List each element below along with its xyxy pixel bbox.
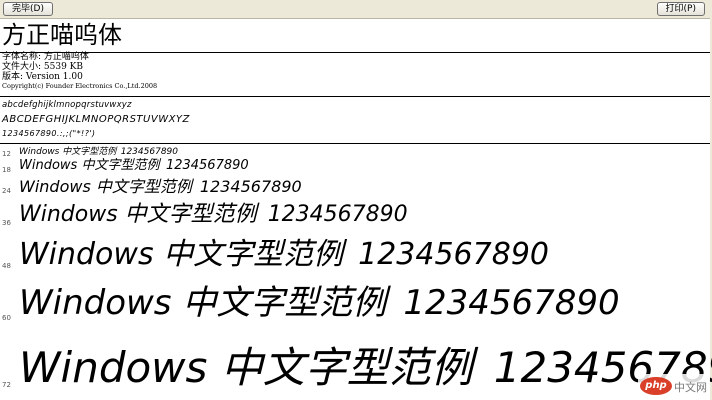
- sample-text: Windows 中文字型范例: [19, 343, 473, 392]
- sample-text: Windows 中文字型范例: [19, 177, 192, 196]
- watermark-site-text: 中文网: [674, 381, 707, 394]
- sample-text: Windows 中文字型范例: [19, 202, 257, 227]
- size-label-18: 18: [2, 166, 11, 174]
- size-label-12: 12: [2, 150, 11, 158]
- sample-numbers: 1234567890: [358, 237, 549, 272]
- sample-numbers: 1234567890: [165, 158, 249, 173]
- size-label-48: 48: [2, 262, 11, 270]
- sample-text: Windows 中文字型范例: [19, 283, 387, 323]
- sample-line-36: Windows 中文字型范例 1234567890: [19, 200, 408, 230]
- sample-line-72: Windows 中文字型范例1234567890: [19, 338, 712, 398]
- sample-numbers: 1234567890: [120, 147, 178, 157]
- sample-text: Windows 中文字型范例: [19, 158, 160, 173]
- version-line: 版本: Version 1.00: [2, 71, 83, 82]
- sample-numbers: 1234567890: [199, 177, 302, 196]
- done-button[interactable]: 完毕(D): [3, 2, 53, 16]
- uppercase-set: ABCDEFGHIJKLMNOPQRSTUVWXYZ: [2, 114, 190, 125]
- sample-line-48: Windows 中文字型范例 1234567890: [19, 233, 549, 277]
- lowercase-set: abcdefghijklmnopqrstuvwxyz: [2, 100, 132, 110]
- print-button[interactable]: 打印(P): [656, 2, 705, 16]
- size-label-24: 24: [2, 187, 11, 195]
- sample-line-18: Windows 中文字型范例 1234567890: [19, 157, 249, 175]
- size-label-72: 72: [2, 381, 11, 389]
- sample-line-24: Windows 中文字型范例 1234567890: [19, 175, 302, 199]
- sample-line-60: Windows 中文字型范例 1234567890: [19, 277, 620, 329]
- divider: [0, 143, 710, 144]
- sample-text: Windows 中文字型范例: [19, 147, 117, 157]
- sample-numbers: 1234567890: [267, 202, 408, 227]
- site-watermark: php 中文网: [638, 374, 710, 398]
- divider: [0, 96, 710, 97]
- php-logo-icon: php: [640, 377, 672, 395]
- character-set: abcdefghijklmnopqrstuvwxyz ABCDEFGHIJKLM…: [2, 98, 190, 141]
- digits-symbols-set: 1234567890.:,;("*!?'): [2, 129, 96, 138]
- size-label-36: 36: [2, 219, 11, 227]
- preview-toolbar: 完毕(D) 打印(P): [0, 0, 712, 19]
- font-info: 字体名称: 方正喵呜体 文件大小: 5539 KB 版本: Version 1.…: [2, 52, 158, 92]
- font-title: 方正喵呜体: [2, 21, 122, 49]
- size-label-60: 60: [2, 314, 11, 322]
- sample-numbers: 1234567890: [403, 283, 620, 323]
- copyright-line: Copyright(c) Founder Electronics Co.,Ltd…: [2, 82, 158, 91]
- sample-text: Windows 中文字型范例: [19, 237, 344, 272]
